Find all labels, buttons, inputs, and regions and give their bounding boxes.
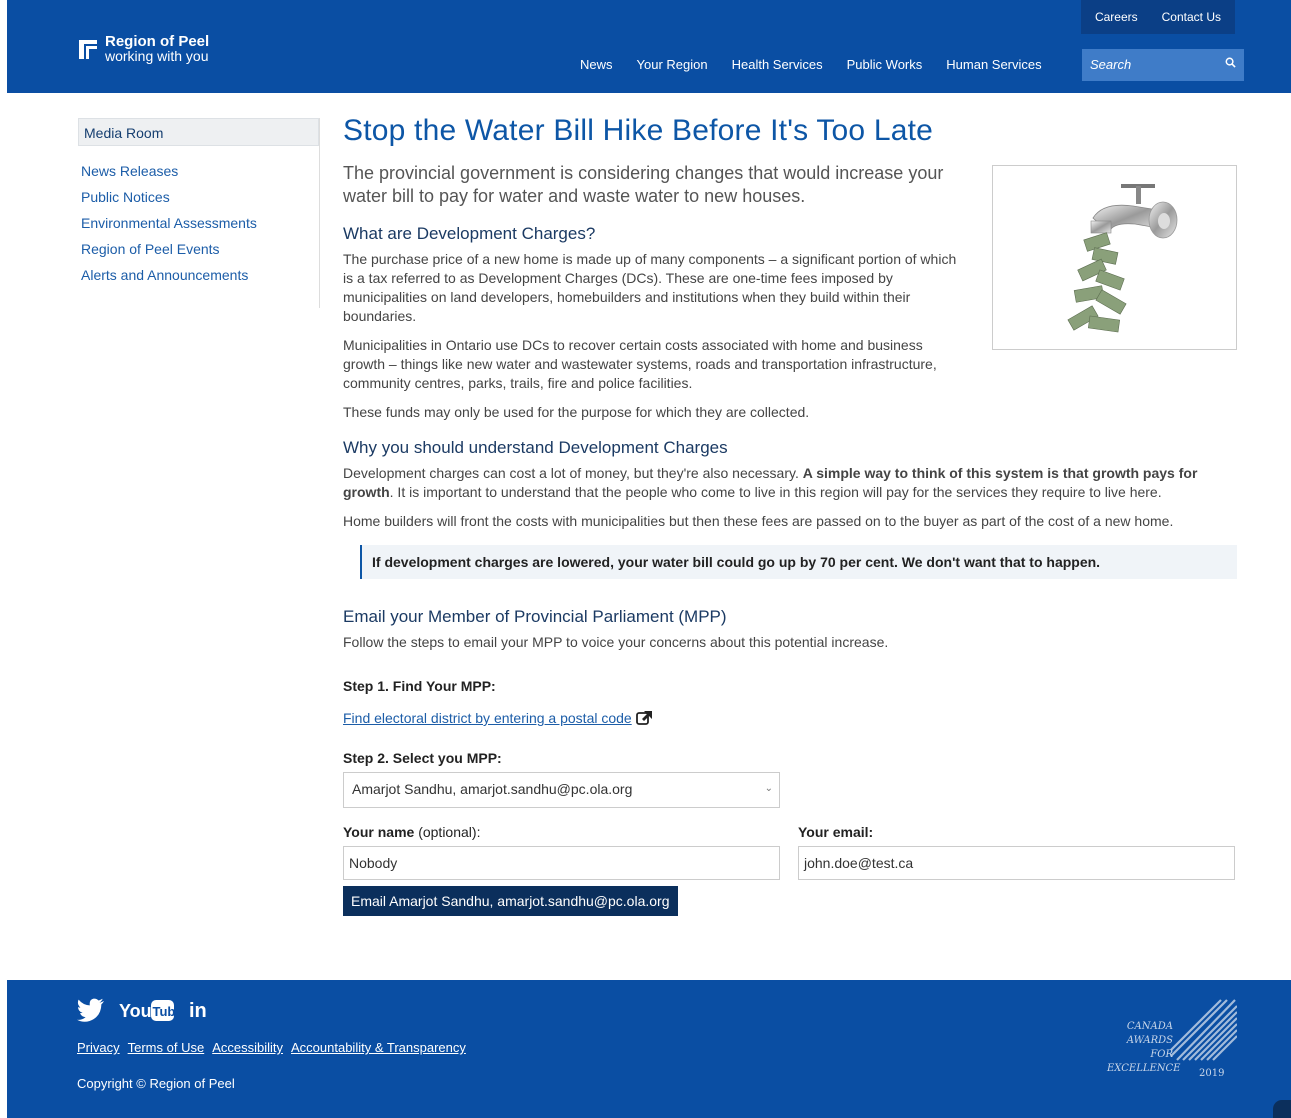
- youtube-icon[interactable]: You Tube: [119, 998, 175, 1022]
- scroll-to-top-button[interactable]: [1273, 1100, 1291, 1118]
- lead-paragraph: The provincial government is considering…: [343, 163, 944, 206]
- external-link-icon: [635, 711, 652, 725]
- site-header: Region of Peel working with you Careers …: [7, 0, 1291, 93]
- accessibility-link[interactable]: Accessibility: [212, 1040, 283, 1055]
- search-icon[interactable]: [1225, 57, 1236, 68]
- find-electoral-district-link[interactable]: Find electoral district by entering a po…: [343, 710, 654, 726]
- utility-nav: Careers Contact Us: [1080, 0, 1235, 34]
- site-footer: You Tube in Privacy Terms of Use Accessi…: [7, 980, 1291, 1118]
- why-text-a: Development charges can cost a lot of mo…: [343, 465, 803, 481]
- email-mpp-intro: Follow the steps to email your MPP to vo…: [343, 634, 889, 650]
- award-line-1: CANADA: [1126, 1021, 1173, 1032]
- sidebar-item-news-releases[interactable]: News Releases: [81, 158, 319, 184]
- step-2-label: Step 2. Select you MPP:: [343, 750, 502, 766]
- sidebar-item-events[interactable]: Region of Peel Events: [81, 236, 319, 262]
- peel-logo-icon: [79, 40, 97, 59]
- nav-news[interactable]: News: [580, 57, 613, 72]
- sidebar-item-environmental-assessments[interactable]: Environmental Assessments: [81, 210, 319, 236]
- email-label: Your email:: [798, 824, 874, 840]
- contact-us-link[interactable]: Contact Us: [1162, 10, 1221, 24]
- award-text: CANADA AWARDS FOR EXCELLENCE: [1107, 1020, 1181, 1076]
- money-faucet-image: [992, 165, 1237, 350]
- name-field[interactable]: Nobody: [343, 846, 780, 880]
- sidebar-item-public-notices[interactable]: Public Notices: [81, 184, 319, 210]
- send-email-button[interactable]: Email Amarjot Sandhu, amarjot.sandhu@pc.…: [343, 886, 678, 916]
- why-paragraph-1: Development charges can cost a lot of mo…: [343, 464, 1237, 502]
- page-title: Stop the Water Bill Hike Before It's Too…: [343, 114, 934, 147]
- footer-links: Privacy Terms of Use Accessibility Accou…: [77, 1040, 466, 1055]
- careers-link[interactable]: Careers: [1095, 10, 1138, 24]
- section-heading-why: Why you should understand Development Ch…: [343, 438, 728, 457]
- logo-title: Region of Peel: [105, 33, 210, 50]
- award-line-3: EXCELLENCE: [1107, 1063, 1181, 1074]
- nav-health-services[interactable]: Health Services: [732, 57, 823, 72]
- terms-of-use-link[interactable]: Terms of Use: [128, 1040, 205, 1055]
- copyright: Copyright © Region of Peel: [77, 1076, 235, 1091]
- nav-public-works[interactable]: Public Works: [847, 57, 923, 72]
- sidebar: Media Room News Releases Public Notices …: [78, 118, 320, 308]
- sidebar-heading[interactable]: Media Room: [78, 118, 319, 146]
- social-links: You Tube in: [77, 998, 211, 1022]
- email-field[interactable]: john.doe@test.ca: [798, 846, 1235, 880]
- main-content: Stop the Water Bill Hike Before It's Too…: [343, 110, 1237, 916]
- name-label: Your name (optional):: [343, 824, 780, 840]
- nav-your-region[interactable]: Your Region: [637, 57, 708, 72]
- logo-subtitle: working with you: [105, 48, 209, 64]
- award-line-2: AWARDS FOR: [1126, 1035, 1173, 1060]
- main-nav: News Your Region Health Services Public …: [580, 57, 1042, 72]
- svg-text:You: You: [119, 1001, 152, 1021]
- twitter-icon[interactable]: [77, 998, 105, 1022]
- region-of-peel-logo[interactable]: Region of Peel working with you: [77, 33, 210, 64]
- find-electoral-district-text[interactable]: Find electoral district by entering a po…: [343, 710, 632, 726]
- faucet-illustration: [1067, 184, 1178, 333]
- chevron-down-icon: ⌄: [764, 783, 773, 794]
- why-text-c: . It is important to understand that the…: [389, 484, 1162, 500]
- nav-human-services[interactable]: Human Services: [946, 57, 1041, 72]
- sidebar-item-alerts[interactable]: Alerts and Announcements: [81, 262, 319, 288]
- step-1-label: Step 1. Find Your MPP:: [343, 678, 496, 694]
- award-year: 2019: [1199, 1068, 1225, 1079]
- privacy-link[interactable]: Privacy: [77, 1040, 120, 1055]
- name-label-optional: (optional):: [414, 824, 481, 840]
- mpp-select-value: Amarjot Sandhu, amarjot.sandhu@pc.ola.or…: [352, 781, 633, 797]
- why-paragraph-2: Home builders will front the costs with …: [343, 513, 1174, 529]
- dcs-paragraph-3: These funds may only be used for the pur…: [343, 404, 810, 420]
- accountability-transparency-link[interactable]: Accountability & Transparency: [291, 1040, 466, 1055]
- name-label-text: Your name: [343, 824, 415, 840]
- svg-text:in: in: [189, 1000, 207, 1021]
- dcs-paragraph-1: The purchase price of a new home is made…: [343, 251, 957, 324]
- mpp-select[interactable]: Amarjot Sandhu, amarjot.sandhu@pc.ola.or…: [343, 772, 780, 808]
- linkedin-icon[interactable]: in: [189, 999, 211, 1021]
- callout-box: If development charges are lowered, your…: [360, 545, 1237, 579]
- dcs-paragraph-2: Municipalities in Ontario use DCs to rec…: [343, 337, 937, 391]
- canada-awards-for-excellence-logo: CANADA AWARDS FOR EXCELLENCE 2019: [1107, 998, 1237, 1086]
- search-input[interactable]: Search: [1082, 49, 1244, 81]
- search-placeholder: Search: [1090, 57, 1132, 72]
- svg-text:Tube: Tube: [153, 1004, 176, 1019]
- section-heading-email-mpp: Email your Member of Provincial Parliame…: [343, 607, 727, 626]
